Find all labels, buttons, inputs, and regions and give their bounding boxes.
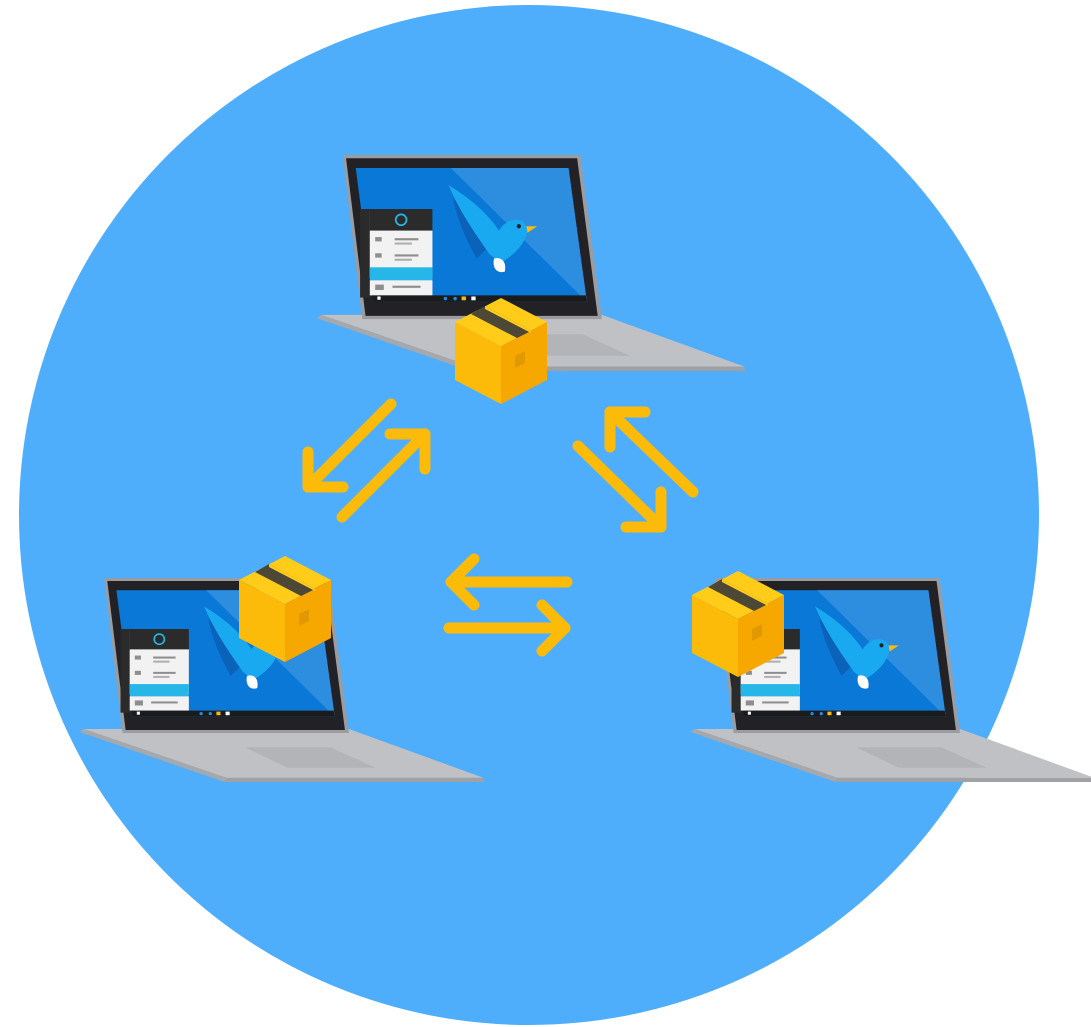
illustration [0, 0, 1091, 1027]
network-sharing-illustration [19, 5, 1091, 1025]
